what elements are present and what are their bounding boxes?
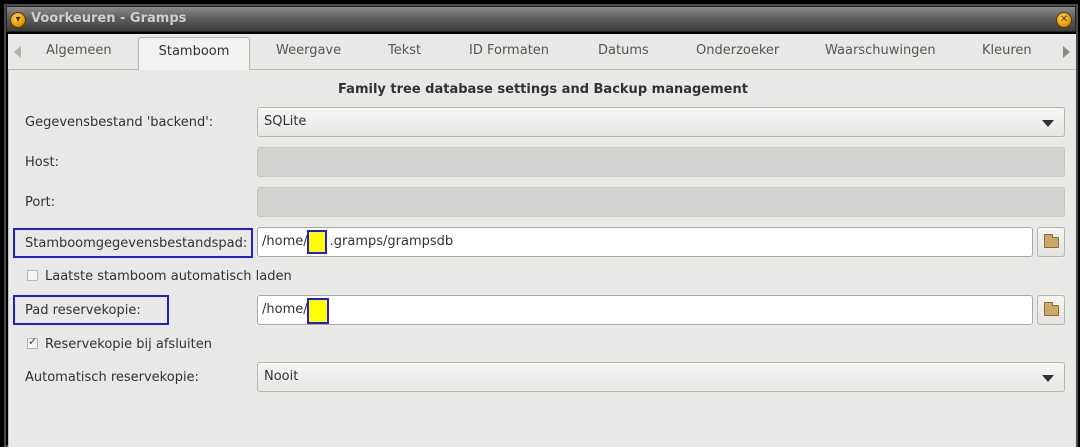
auto-backup-combo[interactable]: Nooit (257, 362, 1065, 392)
backup-on-exit-checkrow[interactable]: Reservekopie bij afsluiten (27, 335, 212, 352)
tab-datums[interactable]: Datums (598, 43, 649, 63)
annotation-box-dbpath (13, 228, 253, 258)
auto-backup-label: Automatisch reservekopie: (25, 370, 199, 385)
window-title: Voorkeuren - Gramps (31, 11, 187, 26)
redaction-mark (307, 230, 327, 254)
tab-tekst[interactable]: Tekst (388, 43, 421, 63)
redaction-mark-2 (307, 298, 329, 324)
autoload-label: Laatste stamboom automatisch laden (45, 269, 292, 284)
folder-icon-2 (1044, 302, 1059, 316)
tab-waarschuwingen[interactable]: Waarschuwingen (825, 43, 936, 63)
dbpath-input[interactable]: /home/.gramps/grampsdb (257, 227, 1033, 257)
dropdown-arrow-icon-2 (1042, 375, 1054, 382)
title-bar[interactable]: ▾ Voorkeuren - Gramps ✕ (6, 6, 1076, 32)
port-field (257, 187, 1065, 217)
backend-label: Gegevensbestand 'backend': (25, 115, 214, 130)
folder-icon (1044, 234, 1059, 248)
tab-id-formaten[interactable]: ID Formaten (469, 43, 549, 63)
backup-on-exit-label: Reservekopie bij afsluiten (45, 337, 212, 352)
dbpath-browse-button[interactable] (1037, 227, 1065, 257)
stamboom-panel: Family tree database settings and Backup… (8, 70, 1076, 447)
autoload-checkrow[interactable]: Laatste stamboom automatisch laden (27, 269, 292, 284)
tab-weergave[interactable]: Weergave (276, 43, 341, 63)
preferences-window: ▾ Voorkeuren - Gramps ✕ Algemeen Stamboo… (4, 4, 1078, 447)
auto-backup-value: Nooit (264, 369, 299, 384)
backup-on-exit-checkbox[interactable] (27, 335, 38, 349)
tab-algemeen[interactable]: Algemeen (46, 43, 112, 63)
annotation-box-backup (13, 295, 169, 325)
section-heading: Family tree database settings and Backup… (338, 82, 748, 97)
dbpath-value: /home/.gramps/grampsdb (262, 234, 454, 249)
backup-browse-button[interactable] (1037, 295, 1065, 325)
backup-path-input[interactable]: /home/ (257, 295, 1033, 325)
tab-stamboom[interactable]: Stamboom (138, 37, 250, 71)
tab-scroll-right-icon[interactable] (1063, 46, 1070, 58)
tab-kleuren[interactable]: Kleuren (982, 43, 1032, 63)
dialog-content: Algemeen Stamboom Weergave Tekst ID Form… (8, 34, 1076, 447)
host-field (257, 147, 1065, 177)
backend-value: SQLite (264, 114, 307, 129)
autoload-checkbox[interactable] (27, 270, 38, 281)
host-label: Host: (25, 155, 59, 170)
port-label: Port: (25, 195, 56, 210)
backend-combo[interactable]: SQLite (257, 107, 1065, 137)
close-icon[interactable]: ✕ (1056, 12, 1072, 28)
tab-onderzoeker[interactable]: Onderzoeker (696, 43, 779, 63)
window-menu-icon[interactable]: ▾ (10, 12, 26, 28)
dropdown-arrow-icon (1042, 120, 1054, 127)
backup-path-value: /home/ (262, 302, 308, 317)
tab-bar: Algemeen Stamboom Weergave Tekst ID Form… (8, 34, 1076, 71)
tab-scroll-left-icon[interactable] (14, 46, 21, 58)
